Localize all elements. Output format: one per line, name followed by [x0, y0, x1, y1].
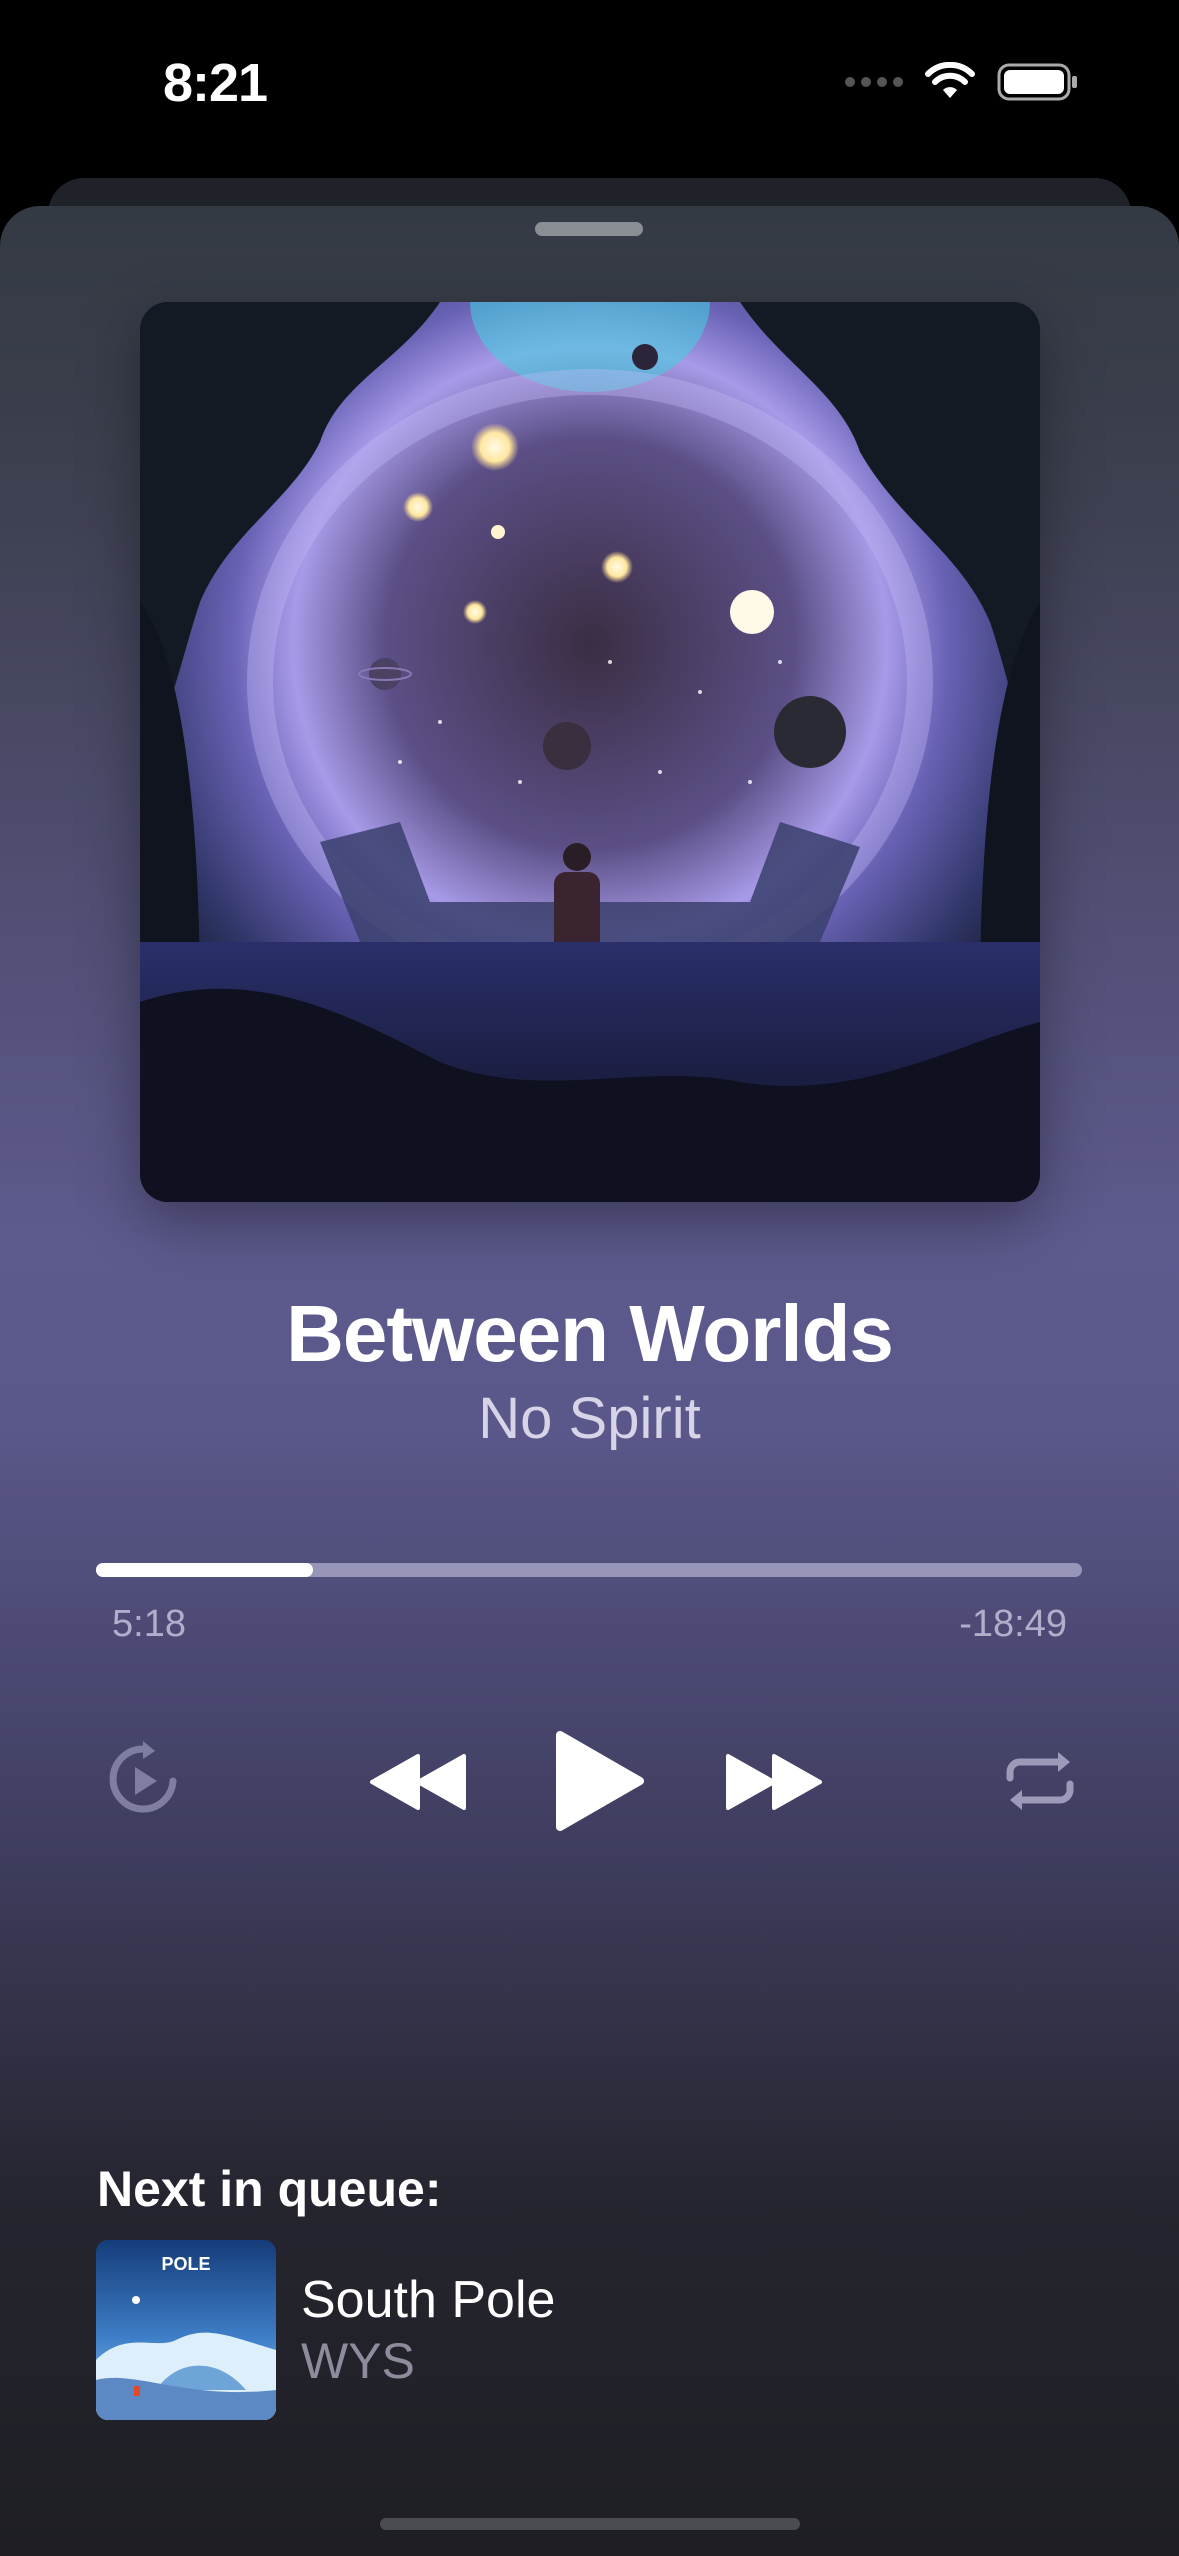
autoplay-icon: [109, 1741, 177, 1813]
autoplay-button[interactable]: [100, 1738, 186, 1824]
fast-forward-icon: [726, 1754, 822, 1810]
battery-icon: [997, 63, 1077, 101]
cellular-signal-icon: [845, 77, 903, 87]
remaining-time: -18:49: [959, 1603, 1067, 1645]
queue-item-title: South Pole: [301, 2271, 556, 2329]
repeat-icon: [1006, 1752, 1074, 1810]
status-icons: [845, 62, 1079, 102]
home-indicator[interactable]: [380, 2518, 800, 2530]
playback-scrubber[interactable]: [96, 1563, 1082, 1577]
wifi-icon: [925, 62, 975, 98]
song-title: Between Worlds: [286, 1289, 894, 1378]
next-in-queue-heading: Next in queue:: [97, 2161, 442, 2217]
status-bar: 8:21: [0, 0, 1179, 170]
playback-progress-fill: [96, 1563, 313, 1577]
rewind-icon: [370, 1754, 466, 1810]
sheet-grabber[interactable]: [535, 222, 643, 236]
rewind-button[interactable]: [368, 1750, 468, 1814]
queue-item-artist: WYS: [301, 2333, 415, 2389]
queue-cover-text: POLE: [161, 2254, 210, 2274]
elapsed-time: 5:18: [112, 1603, 186, 1645]
repeat-button[interactable]: [1000, 1748, 1080, 1814]
play-icon: [556, 1731, 644, 1831]
fast-forward-button[interactable]: [724, 1750, 824, 1814]
song-artist[interactable]: No Spirit: [0, 1385, 1179, 1452]
status-time: 8:21: [163, 53, 268, 113]
play-button[interactable]: [550, 1728, 646, 1834]
queue-item-artwork: POLE: [96, 2240, 276, 2420]
album-artwork: [140, 302, 1040, 1202]
queue-item[interactable]: POLE South Pole WYS: [96, 2240, 996, 2420]
